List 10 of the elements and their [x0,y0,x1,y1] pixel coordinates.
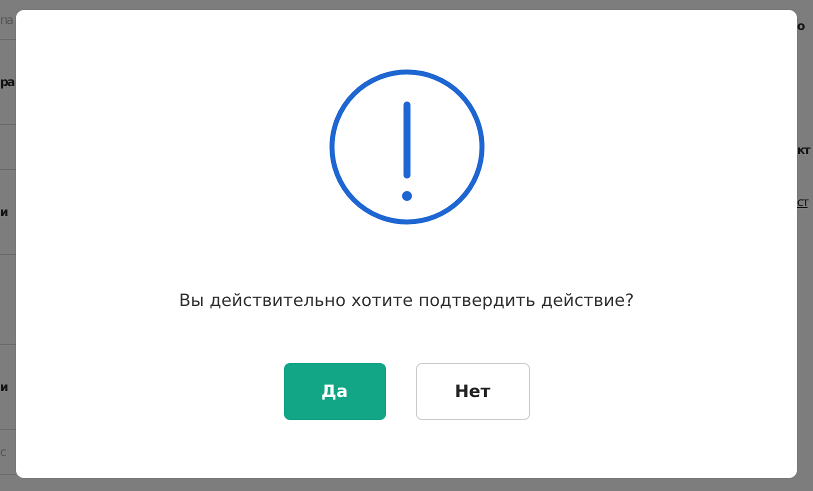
background-text: и [0,205,7,219]
background-text: кт [797,142,810,156]
background-text: ра [0,75,14,89]
dialog-message: Вы действительно хотите подтвердить действие? [178,291,634,311]
warning-icon [326,67,486,227]
background-text: о [797,19,804,33]
background-link[interactable]: ст [797,195,808,209]
background-text: и [0,380,7,394]
confirm-button[interactable]: Да [284,363,386,420]
cancel-button[interactable]: Нет [416,363,530,420]
